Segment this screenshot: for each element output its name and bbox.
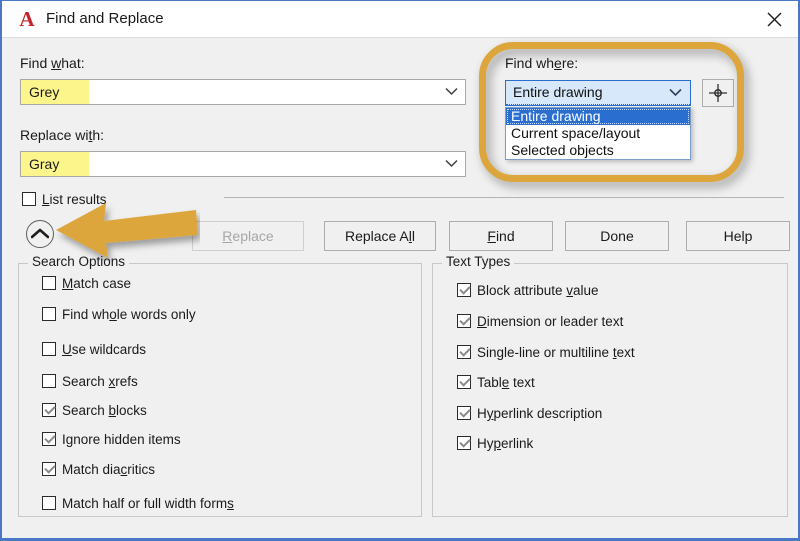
- find-what-value: Grey: [29, 83, 59, 101]
- find-where-option-selected-objects[interactable]: Selected objects: [506, 142, 690, 159]
- replace-all-button[interactable]: Replace All: [324, 221, 436, 251]
- search-xrefs-label: Search xrefs: [62, 373, 138, 390]
- dimension-or-leader-text-checkbox[interactable]: [457, 314, 471, 328]
- single-line-or-multiline-text-label: Single-line or multiline text: [477, 344, 635, 361]
- hyperlink-checkbox[interactable]: [457, 436, 471, 450]
- use-wildcards-checkbox[interactable]: [42, 342, 56, 356]
- search-options-group: [18, 263, 422, 517]
- block-attribute-value-label: Block attribute value: [477, 282, 599, 299]
- close-icon: [767, 12, 782, 27]
- hyperlink-description-label: Hyperlink description: [477, 405, 602, 422]
- find-where-label: Find where:: [505, 55, 578, 71]
- replace-with-label: Replace with:: [20, 127, 104, 143]
- match-case-label: Match case: [62, 275, 131, 292]
- hyperlink-label: Hyperlink: [477, 435, 533, 452]
- replace-button[interactable]: Replace: [192, 221, 304, 251]
- match-half-or-full-width-forms-label: Match half or full width forms: [62, 495, 234, 512]
- single-line-or-multiline-text-checkbox[interactable]: [457, 345, 471, 359]
- window-title: Find and Replace: [46, 10, 164, 27]
- find-whole-words-only-checkbox[interactable]: [42, 307, 56, 321]
- find-button[interactable]: Find: [449, 221, 553, 251]
- list-results-checkbox[interactable]: [22, 192, 36, 206]
- match-diacritics-label: Match diacritics: [62, 461, 155, 478]
- text-types-title: Text Types: [442, 254, 514, 269]
- match-case-checkbox[interactable]: [42, 276, 56, 290]
- select-objects-pick-point-button[interactable]: [702, 79, 734, 107]
- collapse-search-options-button[interactable]: [26, 220, 54, 248]
- crosshair-icon: [708, 83, 728, 103]
- table-text-checkbox[interactable]: [457, 375, 471, 389]
- chevron-down-icon[interactable]: [445, 159, 458, 168]
- search-blocks-label: Search blocks: [62, 402, 147, 419]
- replace-with-value: Gray: [29, 155, 59, 173]
- close-button[interactable]: [752, 1, 798, 36]
- title-bar: A Find and Replace: [2, 1, 798, 38]
- search-options-title: Search Options: [28, 254, 129, 269]
- autocad-logo-icon: A: [16, 8, 38, 30]
- find-where-value: Entire drawing: [513, 84, 603, 100]
- list-results-label: List results: [42, 191, 107, 208]
- dimension-or-leader-text-label: Dimension or leader text: [477, 313, 623, 330]
- ignore-hidden-items-label: Ignore hidden items: [62, 431, 181, 448]
- find-where-option-entire-drawing[interactable]: Entire drawing: [506, 108, 690, 125]
- search-xrefs-checkbox[interactable]: [42, 374, 56, 388]
- table-text-label: Table text: [477, 374, 535, 391]
- use-wildcards-label: Use wildcards: [62, 341, 146, 358]
- find-where-option-current-space-layout[interactable]: Current space/layout: [506, 125, 690, 142]
- replace-with-input[interactable]: Gray: [20, 151, 466, 177]
- find-and-replace-dialog: A Find and Replace Find what: Grey Repla…: [0, 0, 800, 541]
- hyperlink-description-checkbox[interactable]: [457, 406, 471, 420]
- find-what-input[interactable]: Grey: [20, 79, 466, 105]
- done-button[interactable]: Done: [565, 221, 669, 251]
- match-half-or-full-width-forms-checkbox[interactable]: [42, 496, 56, 510]
- help-button[interactable]: Help: [686, 221, 790, 251]
- find-whole-words-only-label: Find whole words only: [62, 306, 196, 323]
- match-diacritics-checkbox[interactable]: [42, 462, 56, 476]
- block-attribute-value-checkbox[interactable]: [457, 283, 471, 297]
- find-what-label: Find what:: [20, 55, 85, 71]
- ignore-hidden-items-checkbox[interactable]: [42, 432, 56, 446]
- chevron-up-icon: [31, 228, 49, 240]
- annotation-arrow: [50, 199, 200, 261]
- chevron-down-icon[interactable]: [669, 88, 682, 97]
- horizontal-separator: [224, 197, 784, 198]
- search-blocks-checkbox[interactable]: [42, 403, 56, 417]
- find-where-option-list[interactable]: Entire drawing Current space/layout Sele…: [505, 107, 691, 160]
- find-where-dropdown[interactable]: Entire drawing: [505, 80, 691, 106]
- chevron-down-icon[interactable]: [445, 87, 458, 96]
